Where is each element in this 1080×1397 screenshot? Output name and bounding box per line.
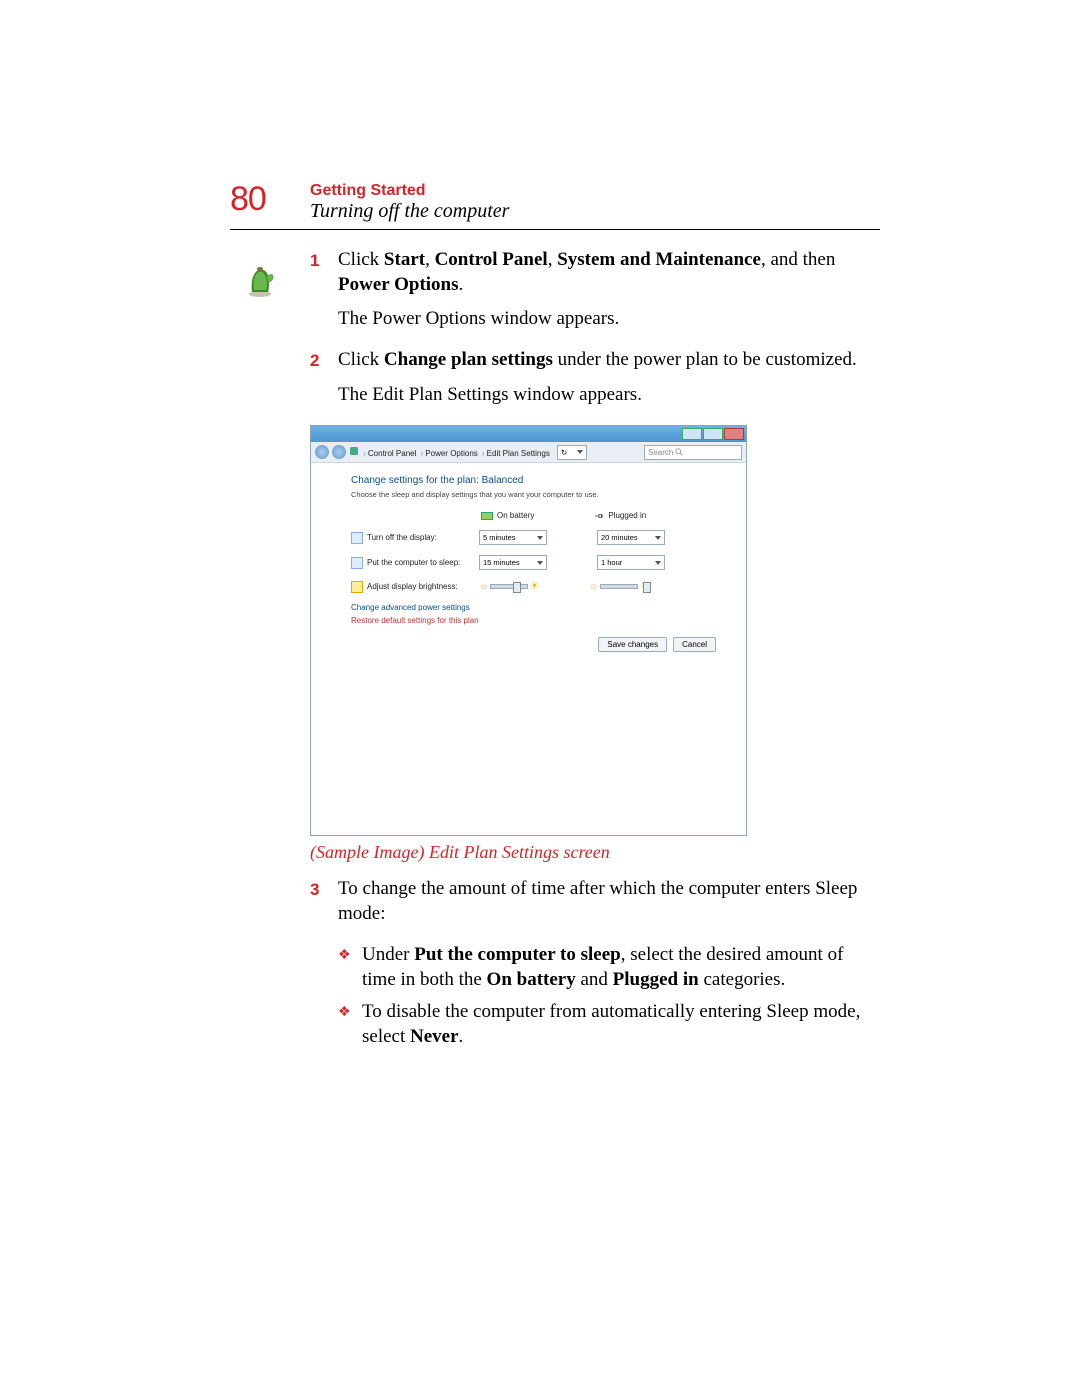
sun-bright-icon: ☀ [530, 581, 539, 592]
panel-subheading: Choose the sleep and display settings th… [351, 490, 716, 499]
on-battery-label: On battery [497, 511, 534, 520]
page-header: 80 Getting Started Turning off the compu… [230, 180, 880, 230]
display-plugged-dropdown[interactable]: 20 minutes [597, 530, 665, 545]
sleep-icon [351, 557, 363, 569]
diamond-bullet-icon: ❖ [338, 943, 362, 992]
edit-plan-settings-screenshot: ›Control Panel ›Power Options ›Edit Plan… [310, 425, 747, 836]
step-1: 1 Click Start, Control Panel, System and… [310, 248, 880, 342]
panel-heading: Change settings for the plan: Balanced [351, 475, 716, 486]
control-panel-icon [349, 446, 359, 456]
breadcrumb[interactable]: ›Control Panel ›Power Options ›Edit Plan… [349, 446, 550, 458]
restore-defaults-link[interactable]: Restore default settings for this plan [351, 616, 716, 625]
search-icon [675, 448, 683, 456]
step-2-text: Click Change plan settings under the pow… [338, 348, 880, 373]
close-button[interactable] [724, 428, 744, 440]
brightness-icon [351, 581, 363, 593]
display-icon [351, 532, 363, 544]
advanced-settings-link[interactable]: Change advanced power settings [351, 603, 716, 612]
bullet-2: ❖ To disable the computer from automatic… [338, 1000, 880, 1049]
step-3: 3 To change the amount of time after whi… [310, 877, 880, 936]
sun-dim-icon: ☼ [589, 581, 598, 592]
brightness-battery-slider[interactable]: ☼ ☀ [479, 580, 539, 593]
step-1-text: Click Start, Control Panel, System and M… [338, 248, 880, 297]
window-titlebar [311, 426, 746, 442]
chevron-down-icon [537, 561, 543, 565]
chapter-title: Getting Started [310, 182, 880, 200]
page-number: 80 [230, 180, 310, 219]
battery-icon [481, 512, 493, 520]
search-input[interactable]: Search [644, 445, 742, 460]
row-sleep: Put the computer to sleep: 15 minutes 1 … [351, 555, 716, 570]
step-2-note: The Edit Plan Settings window appears. [338, 383, 880, 408]
plugged-in-label: Plugged in [608, 511, 646, 520]
window-body: Change settings for the plan: Balanced C… [311, 463, 746, 835]
image-caption: (Sample Image) Edit Plan Settings screen [310, 842, 880, 863]
chevron-down-icon [537, 536, 543, 540]
step-number: 2 [310, 348, 338, 417]
step-number: 1 [310, 248, 338, 342]
brightness-plugged-slider[interactable]: ☼ ☀ [589, 580, 649, 593]
step-1-note: The Power Options window appears. [338, 307, 880, 332]
sun-dim-icon: ☼ [479, 581, 488, 592]
plug-icon [594, 512, 604, 520]
chevron-down-icon [655, 536, 661, 540]
chevron-down-icon [655, 561, 661, 565]
bullet-1: ❖ Under Put the computer to sleep, selec… [338, 943, 880, 992]
column-headers: On battery Plugged in [481, 511, 716, 520]
cancel-button[interactable]: Cancel [673, 637, 716, 652]
nav-bar: ›Control Panel ›Power Options ›Edit Plan… [311, 442, 746, 463]
section-title: Turning off the computer [310, 200, 880, 223]
maximize-button[interactable] [703, 428, 723, 440]
step-3-text: To change the amount of time after which… [338, 877, 880, 926]
row-turn-off-display: Turn off the display: 5 minutes 20 minut… [351, 530, 716, 545]
diamond-bullet-icon: ❖ [338, 1000, 362, 1049]
step-number: 3 [310, 877, 338, 936]
back-button[interactable] [315, 445, 329, 459]
step-2: 2 Click Change plan settings under the p… [310, 348, 880, 417]
sleep-plugged-dropdown[interactable]: 1 hour [597, 555, 665, 570]
kettle-icon [240, 258, 280, 298]
save-changes-button[interactable]: Save changes [598, 637, 667, 652]
refresh-dropdown[interactable]: ↻ [557, 445, 587, 460]
forward-button[interactable] [332, 445, 346, 459]
display-battery-dropdown[interactable]: 5 minutes [479, 530, 547, 545]
row-brightness: Adjust display brightness: ☼ ☀ ☼ ☀ [351, 580, 716, 593]
sleep-battery-dropdown[interactable]: 15 minutes [479, 555, 547, 570]
minimize-button[interactable] [682, 428, 702, 440]
